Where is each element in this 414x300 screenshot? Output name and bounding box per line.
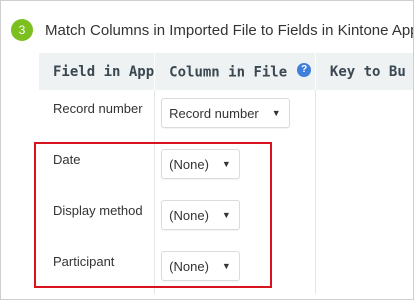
column-select-value: (None): [169, 207, 209, 223]
key-cell: [314, 243, 413, 294]
header-field-in-app: Field in App: [39, 53, 155, 90]
field-name-display-method: Display method: [53, 203, 143, 218]
triangle-down-icon: ▼: [221, 261, 231, 271]
key-cell: [314, 141, 413, 192]
key-cell: [314, 90, 413, 141]
field-cell: Record number: [39, 90, 155, 141]
header-column-in-file-label: Column in File: [169, 64, 288, 81]
table-header-row: Field in App Column in File? Key to Bu: [39, 53, 413, 90]
column-select-display-method[interactable]: (None) ▼: [161, 200, 240, 230]
header-field-in-app-label: Field in App: [53, 63, 155, 80]
triangle-down-icon: ▼: [221, 210, 231, 220]
import-mapping-panel: 3 Match Columns in Imported File to Fiel…: [0, 0, 414, 300]
column-select-value: (None): [169, 258, 209, 274]
triangle-down-icon: ▼: [221, 159, 231, 169]
column-cell: (None) ▼: [154, 141, 316, 192]
column-select-record-number[interactable]: Record number ▼: [161, 98, 290, 128]
key-cell: [314, 192, 413, 243]
header-key-to-bulk-update: Key to Bu: [314, 53, 413, 90]
field-name-participant: Participant: [53, 254, 115, 269]
triangle-down-icon: ▼: [271, 108, 281, 118]
field-cell: Date: [39, 141, 155, 192]
column-select-value: (None): [169, 156, 209, 172]
field-name-record-number: Record number: [53, 101, 143, 116]
table-row: Record number Record number ▼: [39, 90, 413, 141]
field-cell: Display method: [39, 192, 155, 243]
help-icon[interactable]: ?: [297, 62, 312, 77]
column-cell: Record number ▼: [154, 90, 316, 141]
field-cell: Participant: [39, 243, 155, 294]
step-number-badge: 3: [11, 19, 33, 41]
table-row: Participant (None) ▼: [39, 243, 413, 294]
field-name-date: Date: [53, 152, 81, 167]
column-select-participant[interactable]: (None) ▼: [161, 251, 240, 281]
column-cell: (None) ▼: [154, 243, 316, 294]
column-select-date[interactable]: (None) ▼: [161, 149, 240, 179]
column-select-value: Record number: [169, 105, 259, 121]
step-title: Match Columns in Imported File to Fields…: [45, 21, 414, 39]
table-row: Display method (None) ▼: [39, 192, 413, 243]
column-cell: (None) ▼: [154, 192, 316, 243]
header-key-to-bulk-update-label: Key to Bu: [329, 63, 406, 80]
header-column-in-file: Column in File?: [154, 53, 316, 90]
field-mapping-table: Field in App Column in File? Key to Bu R…: [39, 53, 413, 294]
table-row: Date (None) ▼: [39, 141, 413, 192]
step-header: 3 Match Columns in Imported File to Fiel…: [11, 18, 414, 42]
